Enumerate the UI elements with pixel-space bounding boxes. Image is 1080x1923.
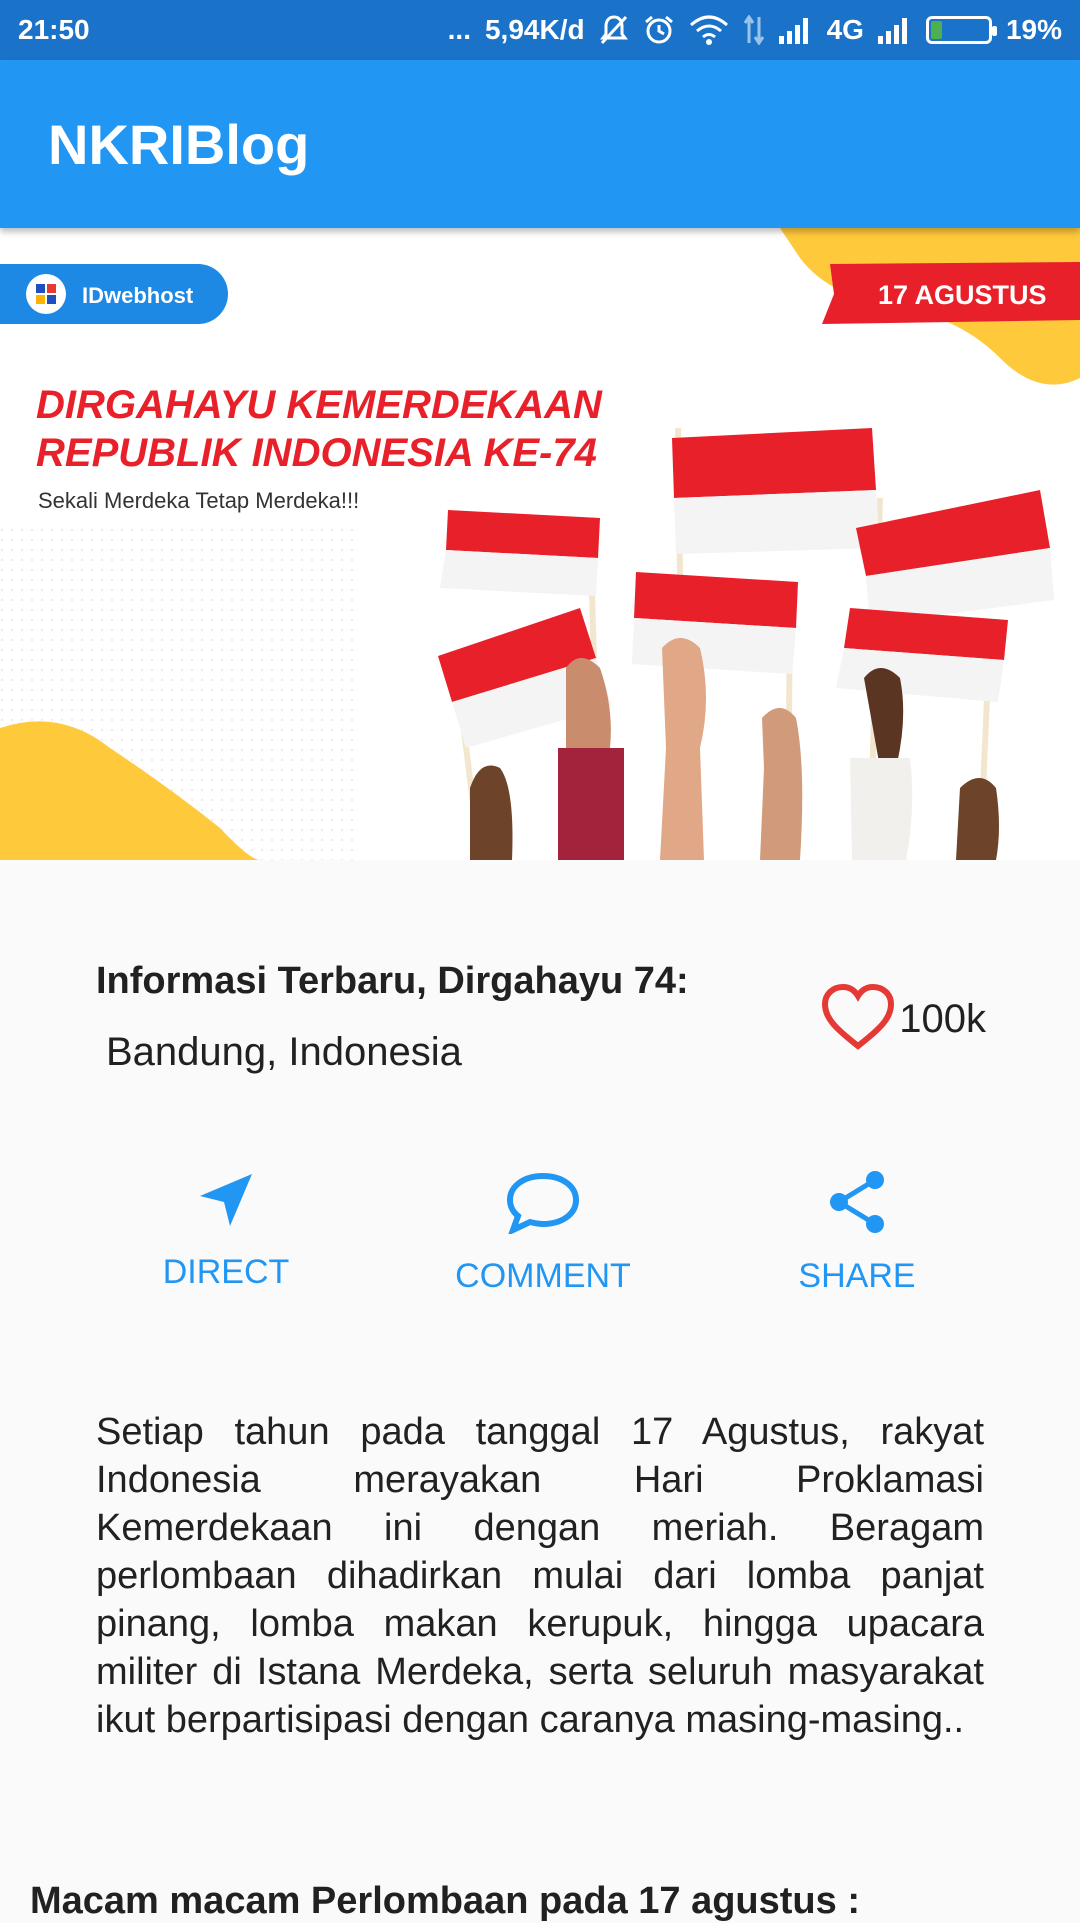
comment-label: COMMENT bbox=[455, 1257, 631, 1295]
direct-button[interactable]: DIRECT bbox=[86, 1170, 366, 1292]
sponsor-name: IDwebhost bbox=[82, 283, 194, 308]
badge-text: 17 AGUSTUS bbox=[878, 280, 1047, 310]
date-badge: 17 AGUSTUS bbox=[822, 262, 1080, 324]
app-title: NKRIBlog bbox=[48, 112, 310, 176]
like-count: 100k bbox=[899, 997, 986, 1041]
banner-headline-1: DIRGAHAYU KEMERDEKAAN bbox=[36, 383, 603, 427]
signal-icon bbox=[778, 13, 813, 47]
alarm-icon bbox=[643, 13, 675, 47]
banner-headline-2: REPUBLIK INDONESIA KE-74 bbox=[36, 431, 597, 475]
share-icon bbox=[827, 1170, 887, 1239]
action-bar: DIRECT COMMENT SHARE bbox=[0, 1170, 1080, 1320]
banner-image: IDwebhost 17 AGUSTUS DIRGAHAYU KEMERDEKA… bbox=[0, 228, 1080, 860]
post-body: Setiap tahun pada tanggal 17 Agustus, ra… bbox=[96, 1411, 984, 1741]
battery-level bbox=[930, 21, 942, 39]
post-title: Informasi Terbaru, Dirgahayu 74: bbox=[96, 960, 689, 1002]
navigation-arrow-icon bbox=[196, 1170, 256, 1235]
mute-icon bbox=[599, 13, 629, 47]
section-heading: Macam macam Perlombaan pada 17 agustus : bbox=[30, 1880, 860, 1922]
post-location: Bandung, Indonesia bbox=[106, 1030, 462, 1074]
status-icons: ... 5,94K/d 4G 19% bbox=[448, 13, 1062, 47]
post-header: Informasi Terbaru, Dirgahayu 74: Bandung… bbox=[96, 960, 986, 1090]
heart-outline-icon bbox=[821, 983, 895, 1055]
comment-button[interactable]: COMMENT bbox=[403, 1170, 683, 1296]
network-type: 4G bbox=[826, 14, 864, 45]
status-time: 21:50 bbox=[18, 14, 90, 45]
battery-percent: 19% bbox=[1005, 14, 1062, 45]
direct-label: DIRECT bbox=[162, 1253, 290, 1291]
network-speed: 5,94K/d bbox=[484, 14, 585, 45]
banner-artwork: IDwebhost 17 AGUSTUS DIRGAHAYU KEMERDEKA… bbox=[0, 228, 1080, 860]
wifi-icon bbox=[689, 13, 729, 47]
app-bar: NKRIBlog bbox=[0, 60, 1080, 228]
status-bar: 21:50 ... 5,94K/d 4G 19% bbox=[0, 0, 1080, 60]
share-label: SHARE bbox=[798, 1257, 916, 1295]
sponsor-pill: IDwebhost bbox=[0, 264, 228, 324]
share-button[interactable]: SHARE bbox=[717, 1170, 997, 1296]
notification-dots: ... bbox=[447, 14, 471, 45]
like-button[interactable]: 100k bbox=[821, 983, 986, 1055]
battery-icon bbox=[925, 16, 997, 44]
comment-bubble-icon bbox=[505, 1170, 581, 1239]
banner-tagline: Sekali Merdeka Tetap Merdeka!!! bbox=[38, 488, 359, 513]
signal-icon bbox=[877, 13, 912, 47]
data-arrows-icon bbox=[743, 13, 765, 47]
